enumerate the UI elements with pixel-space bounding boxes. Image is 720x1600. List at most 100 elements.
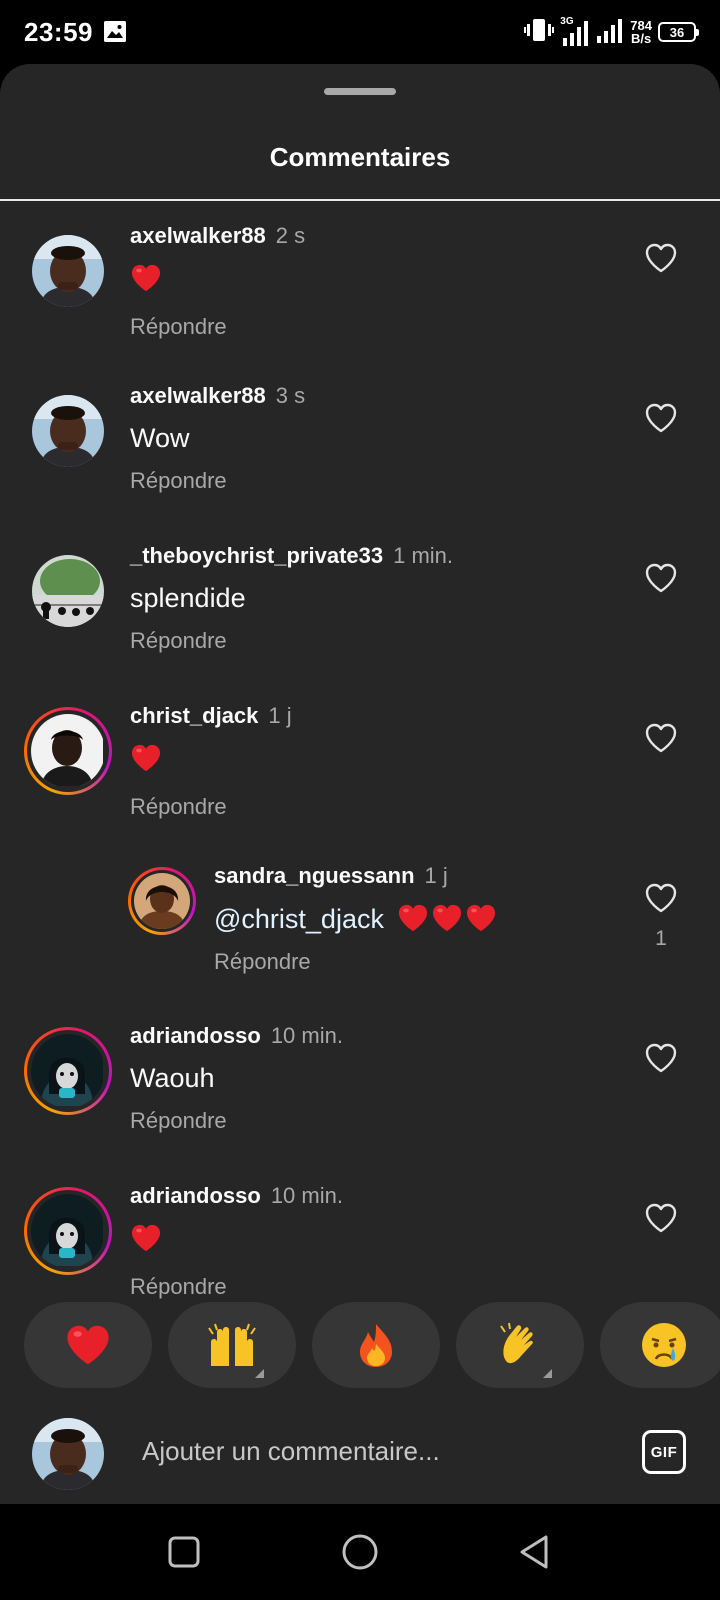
- like-heart-icon[interactable]: [644, 562, 678, 594]
- comment-body: christ_djack 1 j Répondre: [130, 703, 292, 820]
- home-button[interactable]: [340, 1532, 380, 1572]
- comment-header: _theboychrist_private33 1 min.: [130, 543, 453, 569]
- reaction-heart-button[interactable]: [24, 1302, 152, 1388]
- gif-button[interactable]: GIF: [642, 1430, 686, 1474]
- comment-username[interactable]: axelwalker88: [130, 223, 266, 248]
- reply-button[interactable]: Répondre: [130, 628, 453, 654]
- comment-text: [130, 1223, 343, 1260]
- crying-face-emoji: [642, 1323, 686, 1367]
- status-indicators: 3G 784 B/s 36: [524, 14, 699, 50]
- story-ring-avatar[interactable]: [24, 1187, 112, 1275]
- reply-button[interactable]: Répondre: [130, 314, 305, 340]
- quick-reaction-bar: [0, 1302, 720, 1392]
- comment-time: 2 s: [275, 223, 306, 248]
- sheet-title: Commentaires: [269, 142, 451, 172]
- comment-item: christ_djack 1 j Répondre: [0, 681, 720, 841]
- drag-handle[interactable]: [324, 88, 396, 95]
- reply-button[interactable]: Répondre: [130, 1108, 343, 1134]
- comment-header: christ_djack 1 j: [130, 703, 292, 729]
- comment-input[interactable]: [142, 1436, 602, 1467]
- comment-item: adriandosso 10 min. Répondre: [0, 1161, 720, 1321]
- network-speed-unit: B/s: [631, 31, 652, 46]
- story-ring-avatar[interactable]: [24, 1027, 112, 1115]
- like-heart-icon[interactable]: [644, 1202, 678, 1234]
- story-ring-avatar[interactable]: [128, 867, 196, 935]
- raised-hands-emoji: [208, 1323, 256, 1366]
- reply-button[interactable]: Répondre: [130, 1274, 343, 1300]
- status-bar: 23:59 3G 784 B/s 36: [0, 0, 720, 64]
- comment-body: adriandosso 10 min. Waouh Répondre: [130, 1023, 343, 1134]
- reply-comment-item: sandra_nguessann 1 j @christ_djack Répond…: [0, 841, 720, 1001]
- reaction-fire-button[interactable]: [312, 1302, 440, 1388]
- mention-link[interactable]: @christ_djack: [214, 904, 384, 934]
- comment-item: axelwalker88 2 s Répondre: [0, 201, 720, 361]
- comment-username[interactable]: adriandosso: [130, 1023, 261, 1048]
- avatar[interactable]: [32, 555, 104, 627]
- reply-button[interactable]: Répondre: [130, 468, 305, 494]
- comment-time: 10 min.: [270, 1183, 343, 1208]
- comment-username[interactable]: _theboychrist_private33: [130, 543, 383, 568]
- comment-time: 1 j: [268, 703, 292, 728]
- comment-text: @christ_djack: [214, 903, 497, 935]
- comment-username[interactable]: adriandosso: [130, 1183, 261, 1208]
- comment-item: adriandosso 10 min. Waouh Répondre: [0, 1001, 720, 1161]
- back-button[interactable]: [516, 1532, 556, 1572]
- comment-text: Waouh: [130, 1063, 215, 1093]
- comment-header: axelwalker88 2 s: [130, 223, 305, 249]
- reply-button[interactable]: Répondre: [214, 949, 497, 975]
- reaction-crying-button[interactable]: [600, 1302, 720, 1388]
- skin-tone-indicator: [543, 1369, 552, 1378]
- gallery-notification-icon: [104, 21, 126, 42]
- recent-apps-button[interactable]: [164, 1532, 204, 1572]
- avatar[interactable]: [32, 395, 104, 467]
- comment-item: axelwalker88 3 s Wow Répondre: [0, 361, 720, 521]
- heart-emoji: [64, 1323, 112, 1367]
- comments-list[interactable]: axelwalker88 2 s Répondre axelwalker88 3 s…: [0, 201, 720, 1333]
- comment-time: 10 min.: [270, 1023, 343, 1048]
- comment-time: 1 min.: [393, 543, 454, 568]
- heart-emojis: [397, 903, 497, 933]
- comment-text: [130, 263, 305, 300]
- comments-sheet: Commentaires axelwalker88 2 s Répondre a…: [0, 64, 720, 1504]
- clapping-hands-emoji: [500, 1322, 533, 1364]
- like-heart-icon[interactable]: [644, 1042, 678, 1074]
- like-heart-icon[interactable]: [644, 402, 678, 434]
- heart-emoji: [130, 743, 162, 773]
- comment-text: [130, 743, 292, 780]
- status-time: 23:59: [24, 17, 93, 47]
- comment-username[interactable]: christ_djack: [130, 703, 258, 728]
- reaction-clap-button[interactable]: [456, 1302, 584, 1388]
- comment-item: _theboychrist_private33 1 min. splendide …: [0, 521, 720, 681]
- skin-tone-indicator: [255, 1369, 264, 1378]
- comment-composer: GIF: [0, 1412, 720, 1504]
- comment-body: _theboychrist_private33 1 min. splendide …: [130, 543, 453, 654]
- comment-text: splendide: [130, 583, 246, 613]
- comment-username[interactable]: axelwalker88: [130, 383, 266, 408]
- story-ring-avatar[interactable]: [24, 707, 112, 795]
- reaction-raised-hands-button[interactable]: [168, 1302, 296, 1388]
- current-user-avatar: [32, 1418, 104, 1490]
- comment-time: 3 s: [275, 383, 306, 408]
- fire-emoji: [360, 1324, 392, 1367]
- network-speed: 784 B/s: [630, 19, 652, 45]
- comment-header: adriandosso 10 min.: [130, 1183, 343, 1209]
- comment-username[interactable]: sandra_nguessann: [214, 863, 415, 888]
- like-heart-icon[interactable]: [644, 242, 678, 274]
- like-heart-icon[interactable]: [644, 882, 678, 914]
- comment-time: 1 j: [424, 863, 448, 888]
- signal-3g-icon: 3G: [560, 16, 590, 46]
- comment-body: sandra_nguessann 1 j @christ_djack Répond…: [214, 863, 497, 975]
- battery-level: 36: [669, 24, 685, 40]
- system-navigation-bar: [0, 1504, 720, 1600]
- comment-body: adriandosso 10 min. Répondre: [130, 1183, 343, 1300]
- avatar[interactable]: [32, 235, 104, 307]
- like-heart-icon[interactable]: [644, 722, 678, 754]
- heart-emoji: [130, 1223, 162, 1253]
- reply-button[interactable]: Répondre: [130, 794, 292, 820]
- comment-header: sandra_nguessann 1 j: [214, 863, 497, 889]
- comment-header: axelwalker88 3 s: [130, 383, 305, 409]
- comment-body: axelwalker88 2 s Répondre: [130, 223, 305, 340]
- battery-icon: 36: [658, 22, 699, 42]
- heart-emoji: [130, 263, 162, 293]
- comment-header: adriandosso 10 min.: [130, 1023, 343, 1049]
